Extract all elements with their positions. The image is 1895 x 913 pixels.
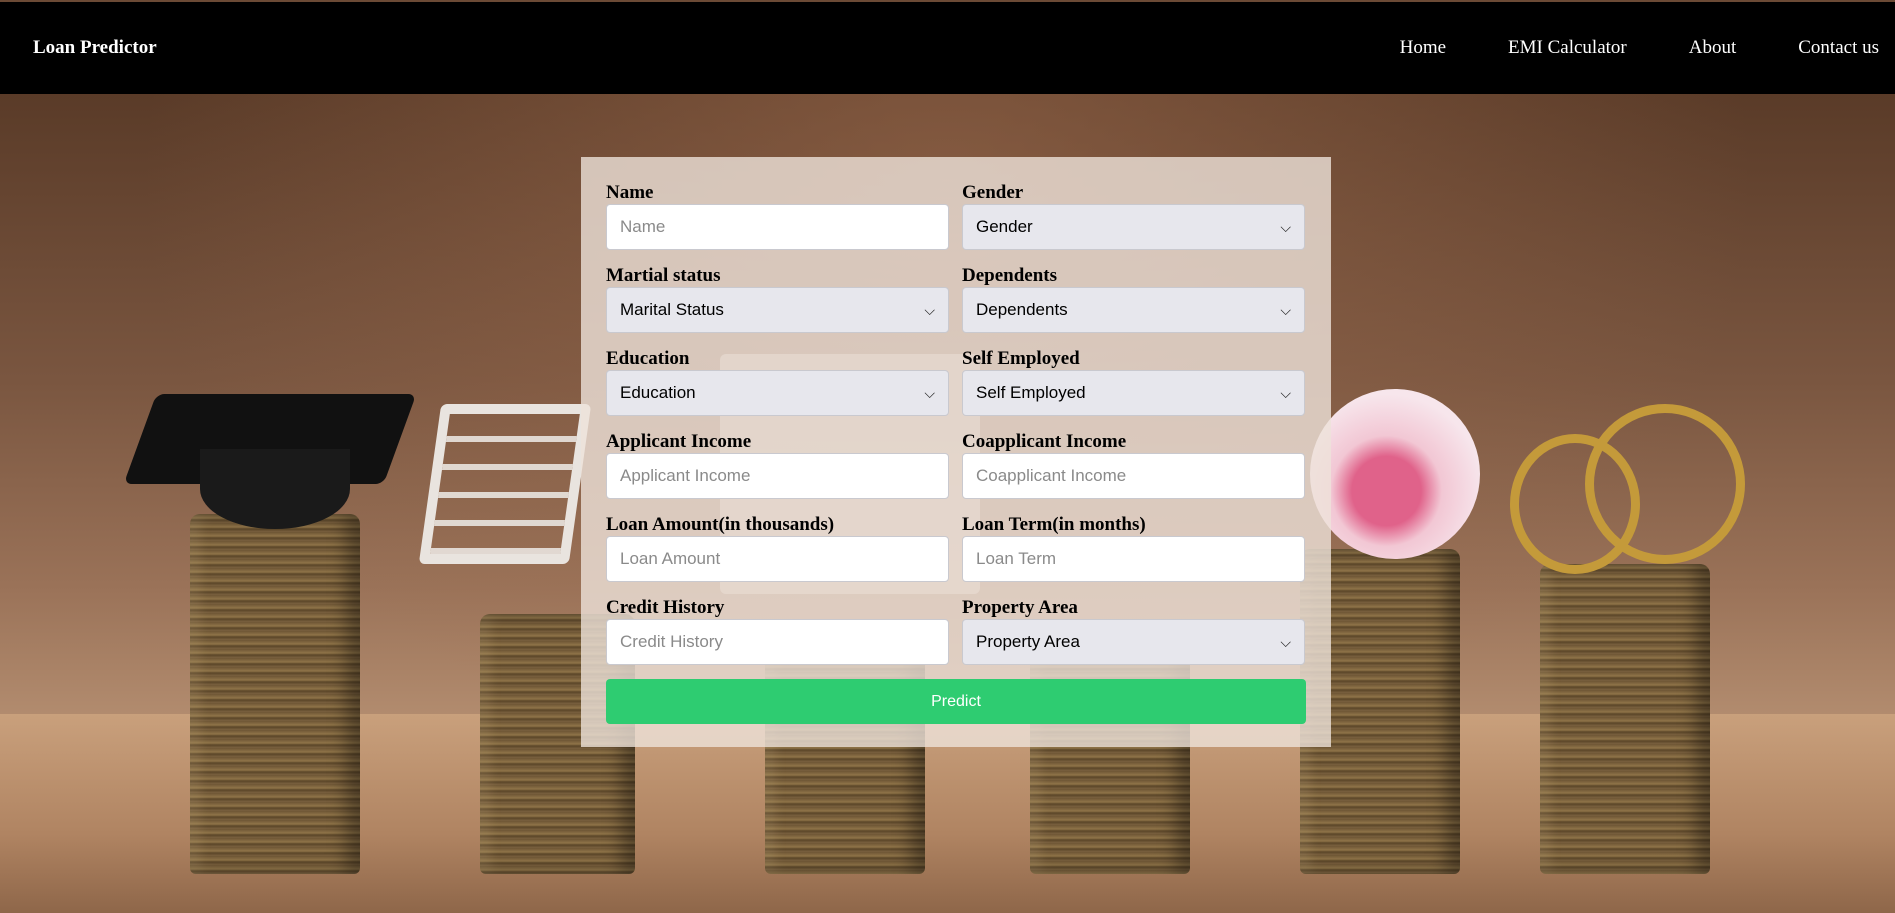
coapplicant-income-label: Coapplicant Income (962, 431, 1127, 452)
loan-amount-label: Loan Amount(in thousands) (606, 514, 835, 535)
self-employed-label: Self Employed (962, 348, 1080, 369)
gender-label: Gender (962, 182, 1024, 203)
marital-label: Martial status (606, 265, 721, 286)
coin-stack (1540, 564, 1710, 874)
credit-history-input[interactable] (606, 619, 949, 665)
loan-term-input[interactable] (962, 536, 1305, 582)
nav-link-emi-calculator[interactable]: EMI Calculator (1464, 2, 1645, 94)
property-area-label: Property Area (962, 597, 1078, 618)
applicant-income-field-group: Applicant Income (606, 430, 949, 513)
name-input[interactable] (606, 204, 949, 250)
chevron-down-icon: ⌵ (1280, 385, 1291, 401)
predict-button[interactable]: Predict (606, 679, 1306, 724)
property-area-select-value: Property Area (976, 632, 1080, 651)
ring-image (1585, 404, 1745, 564)
chevron-down-icon: ⌵ (924, 385, 935, 401)
self-employed-field-group: Self Employed Self Employed ⌵ (962, 347, 1305, 430)
credit-history-field-group: Credit History (606, 596, 949, 679)
education-field-group: Education Education ⌵ (606, 347, 949, 430)
coin-stack (190, 514, 360, 874)
marital-select-value: Marital Status (620, 300, 724, 319)
coapplicant-income-field-group: Coapplicant Income (962, 430, 1305, 513)
nav-link-contact-us[interactable]: Contact us (1754, 2, 1895, 94)
self-employed-select[interactable]: Self Employed ⌵ (962, 370, 1305, 416)
piggy-bank-image (1310, 389, 1480, 559)
applicant-income-input[interactable] (606, 453, 949, 499)
coapplicant-income-input[interactable] (962, 453, 1305, 499)
chevron-down-icon: ⌵ (1280, 302, 1291, 318)
property-area-select[interactable]: Property Area ⌵ (962, 619, 1305, 665)
chevron-down-icon: ⌵ (924, 302, 935, 318)
marital-field-group: Martial status Marital Status ⌵ (606, 264, 949, 347)
dependents-label: Dependents (962, 265, 1058, 286)
loan-amount-field-group: Loan Amount(in thousands) (606, 513, 949, 596)
education-label: Education (606, 348, 690, 369)
navbar: Loan Predictor Home EMI Calculator About… (0, 2, 1895, 94)
loan-term-label: Loan Term(in months) (962, 514, 1146, 535)
brand-logo[interactable]: Loan Predictor (33, 2, 157, 94)
nav-link-about[interactable]: About (1645, 2, 1755, 94)
loan-amount-input[interactable] (606, 536, 949, 582)
shopping-cart-image (418, 404, 592, 564)
chevron-down-icon: ⌵ (1280, 219, 1291, 235)
gender-select[interactable]: Gender ⌵ (962, 204, 1305, 250)
dependents-select-value: Dependents (976, 300, 1068, 319)
nav-link-home[interactable]: Home (1356, 2, 1464, 94)
dependents-select[interactable]: Dependents ⌵ (962, 287, 1305, 333)
marital-status-select[interactable]: Marital Status ⌵ (606, 287, 949, 333)
applicant-income-label: Applicant Income (606, 431, 752, 452)
name-field-group: Name (606, 181, 949, 264)
gender-field-group: Gender Gender ⌵ (962, 181, 1305, 264)
chevron-down-icon: ⌵ (1280, 634, 1291, 650)
loan-term-field-group: Loan Term(in months) (962, 513, 1305, 596)
graduation-cap-base (200, 449, 350, 529)
education-select-value: Education (620, 383, 696, 402)
gender-select-value: Gender (976, 217, 1033, 236)
property-area-field-group: Property Area Property Area ⌵ (962, 596, 1305, 679)
credit-history-label: Credit History (606, 597, 725, 618)
loan-form: Name Gender Gender ⌵ Martial status Mari… (581, 157, 1331, 747)
nav-links: Home EMI Calculator About Contact us (1356, 2, 1895, 94)
name-label: Name (606, 182, 654, 203)
self-employed-select-value: Self Employed (976, 383, 1086, 402)
education-select[interactable]: Education ⌵ (606, 370, 949, 416)
dependents-field-group: Dependents Dependents ⌵ (962, 264, 1305, 347)
